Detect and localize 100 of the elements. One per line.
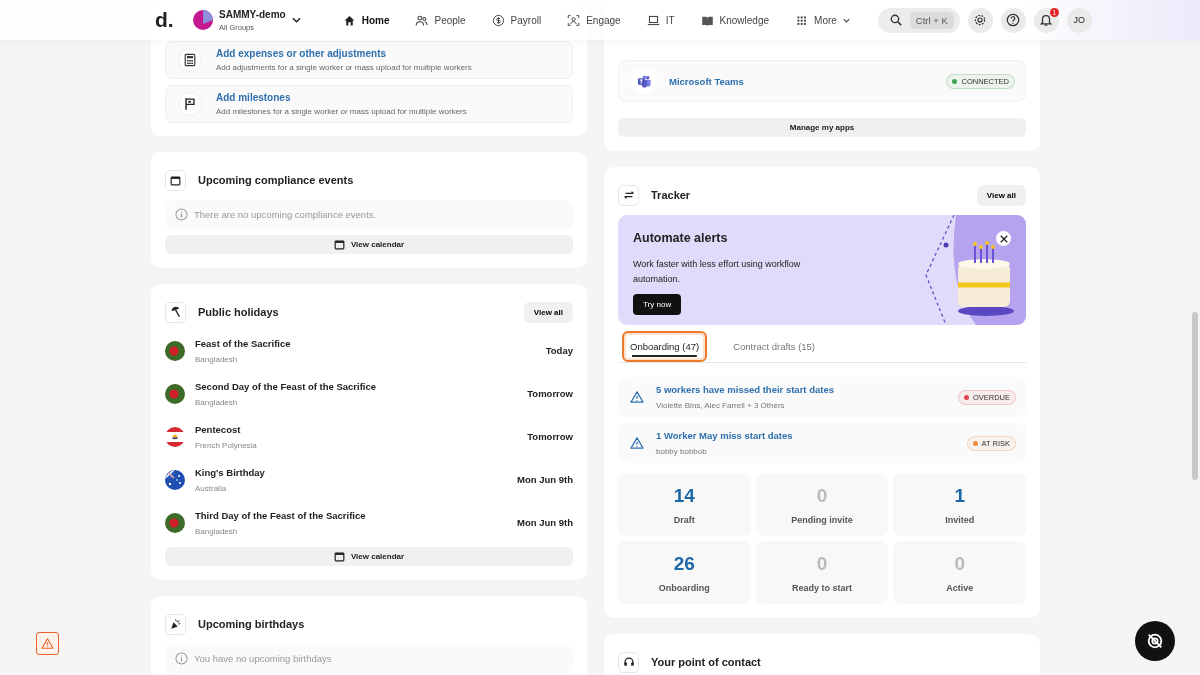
chevron-down-icon (842, 17, 850, 23)
flag-icon (165, 426, 185, 447)
quick-action-item[interactable]: Add expenses or other adjustments Add adjustments for a single worker or mass upload for multiple workers (165, 41, 573, 79)
home-icon (342, 13, 356, 27)
teams-logo-icon (636, 73, 652, 89)
holiday-date: Tomorrow (527, 388, 573, 399)
holiday-date: Today (545, 345, 573, 356)
info-icon (175, 652, 188, 665)
lifebuoy-icon (1146, 632, 1164, 650)
stat-value: 0 (816, 552, 828, 575)
holiday-date: Mon Jun 9th (517, 474, 573, 485)
banner-title: Automate alerts (633, 231, 728, 245)
help-icon (1006, 13, 1021, 27)
tab[interactable]: Onboarding (47) (622, 331, 708, 362)
flag-icon (165, 383, 185, 404)
stat-label: Active (946, 582, 974, 593)
search-icon (889, 14, 902, 26)
action-description: Add milestones for a single worker or mass upload for multiple workers (216, 107, 467, 116)
action-title[interactable]: Add expenses or other adjustments (216, 48, 472, 59)
warning-button[interactable] (36, 632, 59, 655)
card-title: Public holidays (198, 306, 280, 318)
chevron-down-icon (291, 17, 301, 23)
stat-value: 0 (954, 552, 965, 575)
empty-message: You have no upcoming birthdays (194, 653, 332, 664)
stat-tile[interactable]: 14 Draft (618, 473, 751, 536)
close-icon (999, 234, 1008, 243)
nav-item[interactable]: Knowledge (690, 6, 780, 34)
holiday-name: Second Day of the Feast of the Sacrifice (195, 380, 378, 392)
headset-icon (622, 656, 635, 668)
app-name[interactable]: Microsoft Teams (669, 75, 935, 87)
warning-icon (630, 391, 644, 403)
manage-apps-button[interactable]: Manage my apps (618, 118, 1026, 137)
stat-value: 0 (816, 484, 828, 507)
view-calendar-button[interactable]: View calendar (165, 547, 573, 566)
flag-icon (165, 512, 185, 533)
stat-tile[interactable]: 0 Ready to start (755, 541, 889, 604)
calendar-icon (170, 174, 181, 186)
holiday-date: Mon Jun 9th (517, 517, 573, 528)
view-calendar-button[interactable]: View calendar (165, 235, 573, 254)
alert-title[interactable]: 5 workers have missed their start dates (656, 384, 946, 395)
alert-names: bobby bobbob (656, 447, 708, 456)
person-frame-icon (567, 13, 581, 27)
help-button[interactable] (1000, 7, 1026, 33)
card-title: Upcoming birthdays (198, 618, 306, 630)
stat-label: Pending invite (791, 514, 853, 525)
stat-label: Onboarding (658, 582, 710, 593)
stat-label: Invited (945, 514, 975, 525)
holiday-name: Pentecost (195, 423, 242, 435)
stat-value: 1 (954, 484, 965, 507)
stat-label: Draft (673, 514, 695, 525)
banner-text: Work faster with less effort using workflow automation. (633, 258, 802, 286)
alert-title[interactable]: 1 Worker May miss start dates (656, 430, 955, 441)
stat-tile[interactable]: 1 Invited (893, 473, 1026, 536)
action-title[interactable]: Add milestones (216, 92, 467, 103)
people-icon (415, 13, 429, 27)
holiday-country: Bangladesh (195, 397, 239, 407)
stat-tile[interactable]: 0 Pending invite (755, 473, 889, 536)
try-now-button[interactable]: Try now (633, 294, 682, 315)
nav-item[interactable]: Engage (557, 6, 631, 34)
view-all-button[interactable]: View all (976, 184, 1026, 206)
dollar-icon (491, 13, 505, 27)
holiday-country: Bangladesh (195, 526, 239, 536)
calendar-icon (333, 239, 345, 250)
holiday-name: Feast of the Sacrifice (195, 337, 292, 349)
support-button[interactable] (1135, 621, 1175, 661)
holiday-name: Third Day of the Feast of the Sacrifice (195, 509, 367, 521)
scrollbar[interactable] (1192, 312, 1198, 480)
organization-avatar-icon (193, 10, 213, 30)
card-title: Your point of contact (651, 656, 762, 668)
user-avatar[interactable]: JO (1066, 7, 1092, 33)
info-icon (175, 208, 188, 221)
stat-label: Ready to start (791, 582, 852, 593)
grid-icon (795, 13, 809, 27)
nav-item[interactable]: IT (636, 6, 685, 34)
keyboard-shortcut: Ctrl + K (909, 11, 954, 29)
flag-icon (165, 469, 185, 490)
search-field[interactable]: Ctrl + K (877, 7, 960, 33)
nav-item[interactable]: People (405, 6, 476, 34)
nav-item[interactable]: More (785, 6, 860, 34)
stat-tile[interactable]: 0 Active (893, 541, 1026, 604)
warning-icon (41, 638, 54, 649)
quick-action-item[interactable]: Add milestones Add milestones for a single worker or mass upload for multiple workers (165, 85, 573, 123)
settings-icon (973, 13, 988, 27)
holiday-country: Bangladesh (195, 354, 239, 364)
party-popper-icon (169, 618, 182, 630)
logo[interactable]: d. (155, 8, 185, 32)
stat-value: 26 (673, 552, 695, 575)
card-title: Upcoming compliance events (198, 174, 355, 186)
view-all-button[interactable]: View all (523, 301, 573, 323)
tab[interactable]: Contract drafts (15) (725, 331, 824, 362)
holiday-country: Australia (195, 483, 228, 493)
holiday-date: Tomorrow (527, 431, 573, 442)
warning-icon (630, 437, 644, 449)
card-title: Tracker (651, 189, 692, 201)
settings-button[interactable] (967, 7, 993, 33)
nav-item[interactable]: Payroll (481, 6, 552, 34)
empty-message: There are no upcoming compliance events. (194, 209, 377, 220)
alert-names: Violette Bins, Alec Farrell + 3 Others (656, 401, 786, 410)
stat-tile[interactable]: 26 Onboarding (618, 541, 751, 604)
stat-value: 14 (673, 484, 695, 507)
